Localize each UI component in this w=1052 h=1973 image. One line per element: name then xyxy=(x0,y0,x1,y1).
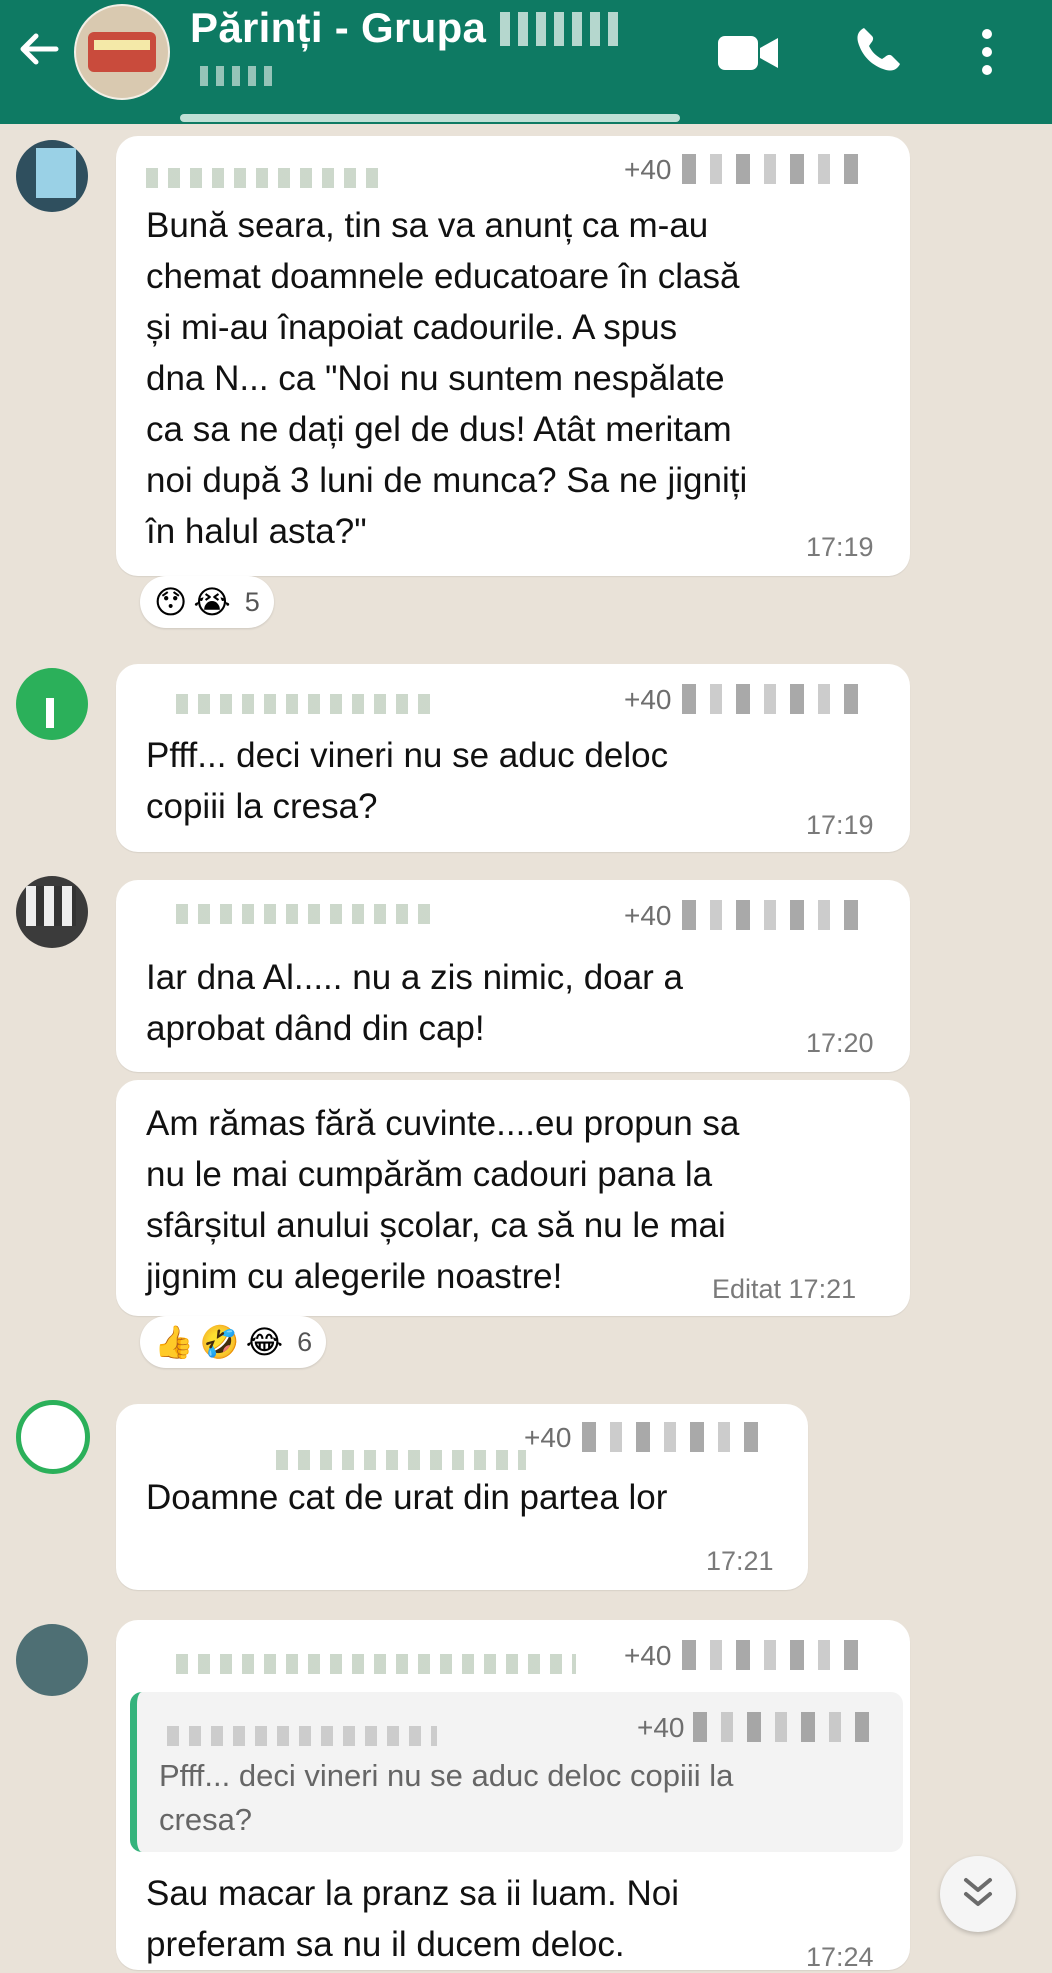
quoted-message[interactable]: +40 Pfff... deci vineri nu se aduc deloc… xyxy=(130,1692,903,1852)
message-text: Sau macar la pranz sa ii luam. Noi prefe… xyxy=(146,1874,679,1964)
message-time: 17:20 xyxy=(806,1028,874,1058)
sender-phone: +40 xyxy=(624,684,672,715)
more-options-icon[interactable] xyxy=(972,24,1002,80)
redacted-title-part xyxy=(500,12,620,46)
redacted-sender-name xyxy=(176,694,436,714)
reaction-count: 6 xyxy=(297,1326,313,1357)
message-time: 17:24 xyxy=(806,1942,874,1972)
sender-avatar[interactable] xyxy=(16,140,88,212)
redacted-sender-name xyxy=(176,1654,576,1674)
reaction-count: 5 xyxy=(244,586,260,617)
message-time: Editat 17:21 xyxy=(712,1274,857,1304)
group-title[interactable]: Părinți - Grupa xyxy=(190,4,486,52)
message-text: Pfff... deci vineri nu se aduc deloc cop… xyxy=(146,736,669,826)
redacted-phone xyxy=(682,684,862,714)
sender-avatar[interactable] xyxy=(16,876,88,948)
message-bubble[interactable]: +40 Iar dna Al..... nu a zis nimic, doar… xyxy=(116,880,910,1072)
quoted-phone: +40 xyxy=(637,1712,685,1743)
group-avatar[interactable] xyxy=(74,4,170,100)
message-bubble[interactable]: +40 Bună seara, tin sa va anunț ca m-au … xyxy=(116,136,910,576)
message-bubble[interactable]: +40 Doamne cat de urat din partea lor 17… xyxy=(116,1404,808,1590)
rolling-laughing-emoji-icon: 🤣 xyxy=(199,1324,240,1360)
message-text: Iar dna Al..... nu a zis nimic, doar a a… xyxy=(146,958,683,1048)
double-chevron-down-icon xyxy=(964,1878,992,1906)
message-text: Am rămas fără cuvinte....eu propun sa nu… xyxy=(146,1104,740,1296)
message-time: 17:21 xyxy=(706,1546,774,1576)
redacted-phone xyxy=(682,900,862,930)
sender-phone: +40 xyxy=(624,154,672,185)
sender-phone: +40 xyxy=(624,900,672,931)
message-reactions[interactable]: 😯 😭 5 xyxy=(140,576,274,628)
laughing-tears-emoji-icon: 😂 xyxy=(245,1324,284,1360)
message-text: Bună seara, tin sa va anunț ca m-au chem… xyxy=(146,206,748,551)
surprised-emoji-icon: 😯 xyxy=(154,584,188,620)
redacted-quoted-sender xyxy=(167,1726,437,1746)
sender-phone: +40 xyxy=(524,1422,572,1453)
crying-emoji-icon: 😭 xyxy=(193,584,231,620)
back-arrow-icon[interactable] xyxy=(14,24,64,74)
message-time: 17:19 xyxy=(806,532,874,562)
quoted-text: Pfff... deci vineri nu se aduc deloc cop… xyxy=(159,1758,734,1837)
redacted-phone xyxy=(682,1640,862,1670)
message-bubble[interactable]: Am rămas fără cuvinte....eu propun sa nu… xyxy=(116,1080,910,1316)
video-call-icon[interactable] xyxy=(714,28,784,78)
sender-phone: +40 xyxy=(624,1640,672,1671)
thumbs-up-emoji-icon: 👍 xyxy=(154,1324,194,1360)
scroll-to-bottom-button[interactable] xyxy=(940,1856,1016,1932)
message-bubble[interactable]: +40 Pfff... deci vineri nu se aduc deloc… xyxy=(116,664,910,852)
redacted-quoted-phone xyxy=(693,1712,873,1742)
sender-avatar[interactable] xyxy=(16,1400,90,1474)
message-text: Doamne cat de urat din partea lor xyxy=(146,1478,668,1517)
header-divider xyxy=(180,114,680,122)
sender-avatar[interactable] xyxy=(16,1624,88,1696)
redacted-sender-name xyxy=(276,1450,526,1470)
sender-avatar[interactable] xyxy=(16,668,88,740)
redacted-sender-name xyxy=(176,904,436,924)
redacted-sender-name xyxy=(146,168,386,188)
message-time: 17:19 xyxy=(806,810,874,840)
message-bubble[interactable]: +40 +40 Pfff... deci vineri nu se aduc d… xyxy=(116,1620,910,1972)
message-reactions[interactable]: 👍 🤣 😂 6 xyxy=(140,1316,327,1368)
redacted-phone xyxy=(682,154,862,184)
phone-call-icon[interactable] xyxy=(850,22,906,78)
redacted-subtitle xyxy=(200,66,280,86)
chat-header: Părinți - Grupa xyxy=(0,0,1052,124)
redacted-phone xyxy=(582,1422,762,1452)
